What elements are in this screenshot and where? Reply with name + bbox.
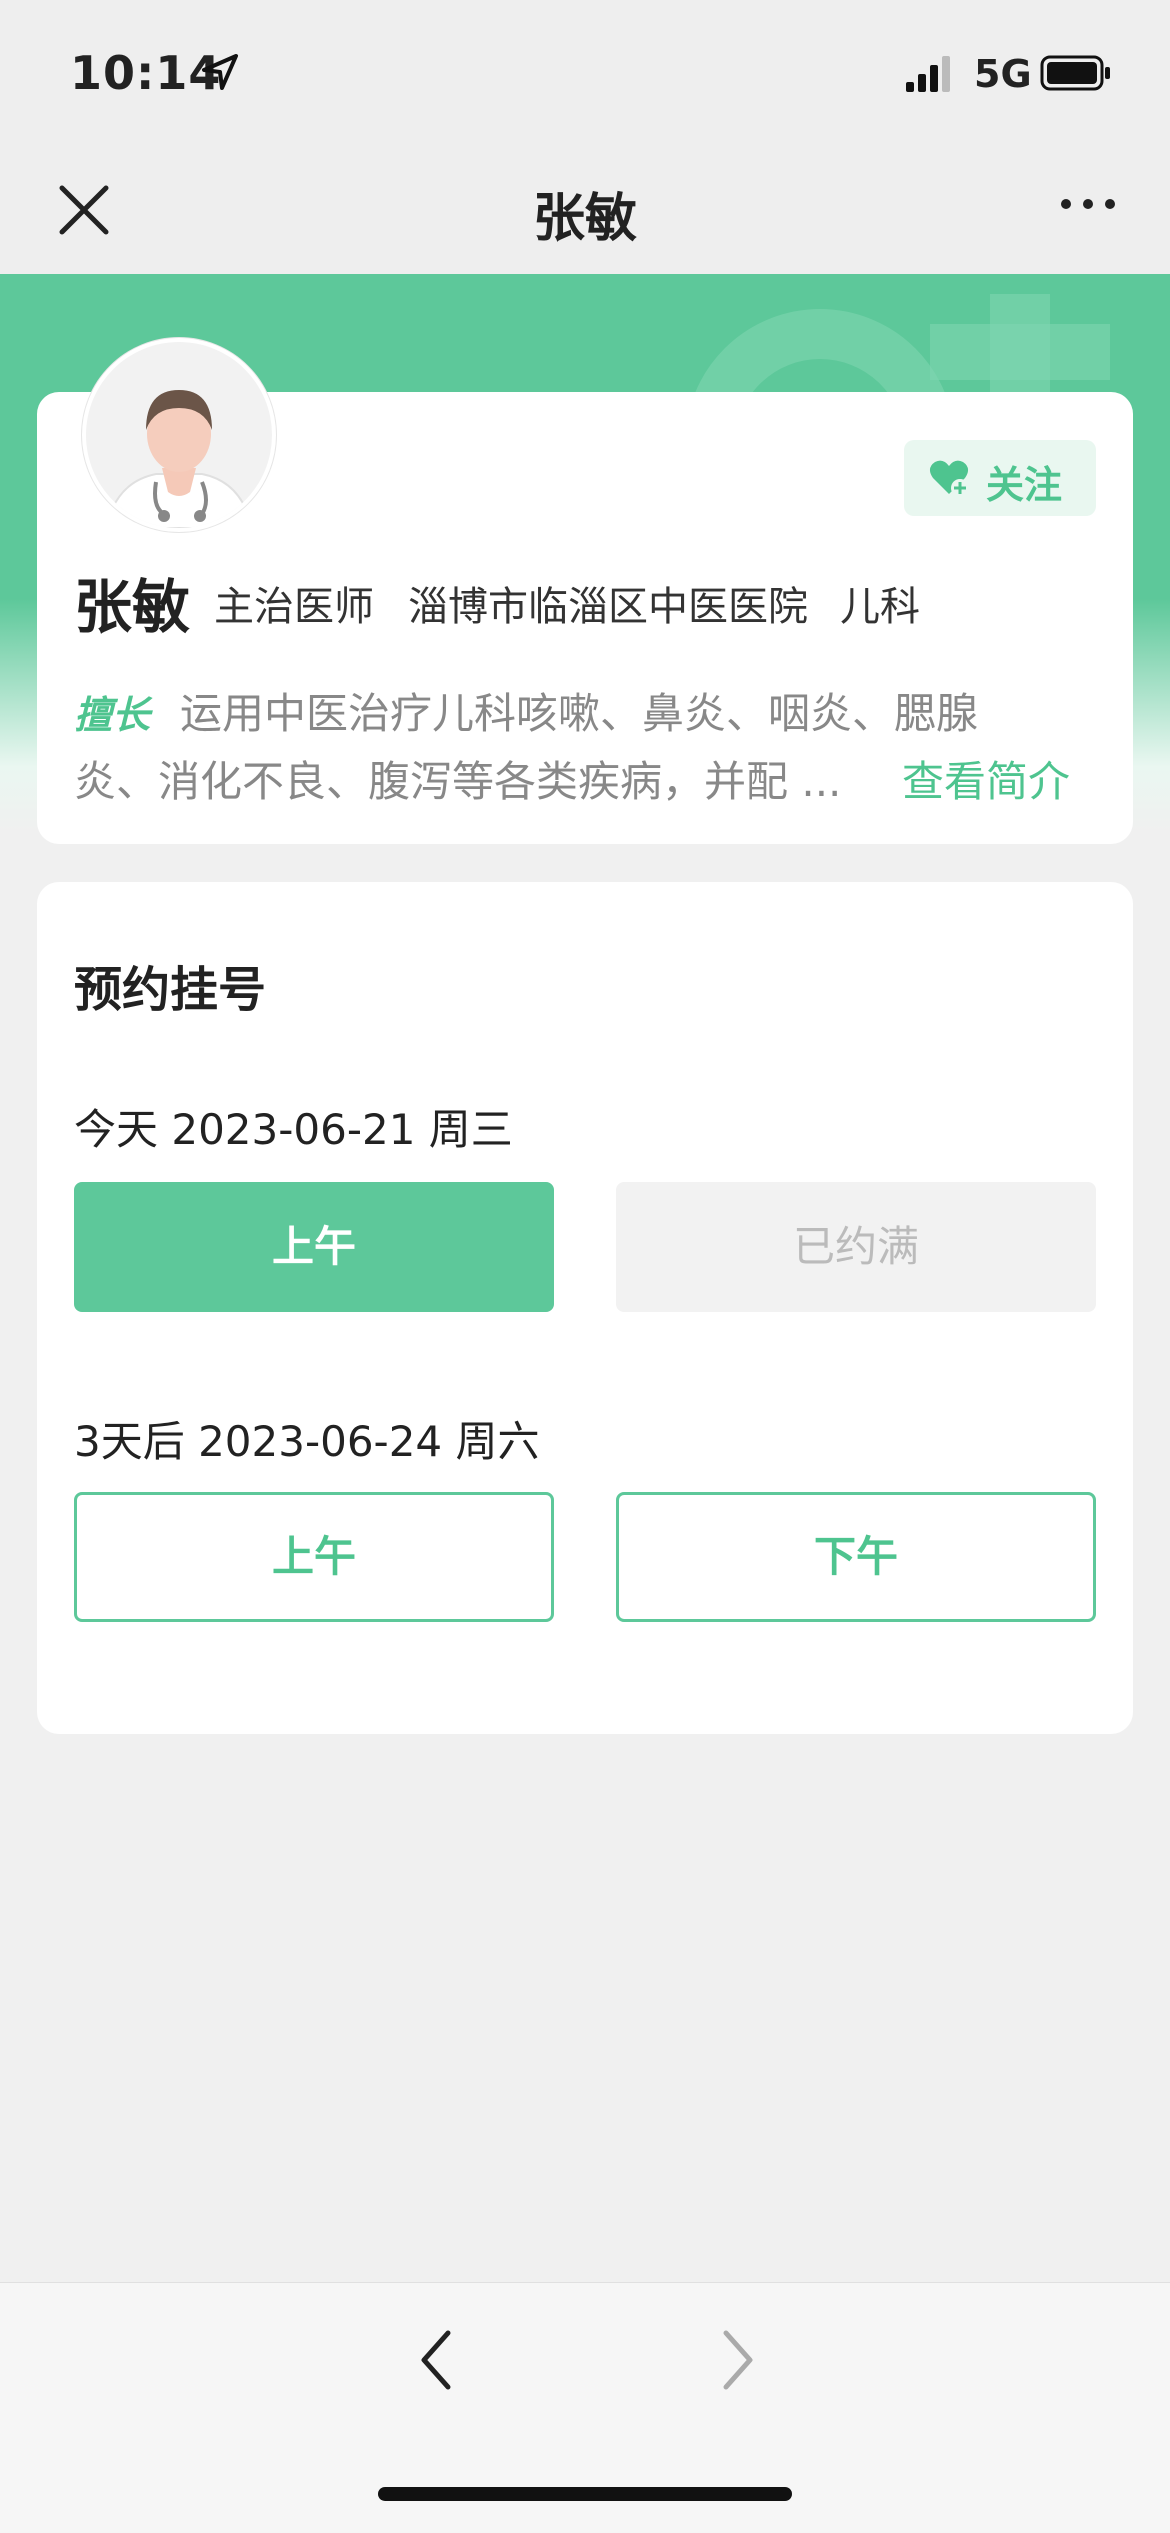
bottom-toolbar — [0, 2282, 1170, 2533]
signal-icon — [906, 56, 950, 92]
more-icon[interactable] — [1050, 184, 1130, 224]
slot-later-morning-button[interactable]: 上午 — [74, 1492, 554, 1622]
doctor-department: 儿科 — [840, 584, 920, 630]
home-indicator — [378, 2487, 792, 2501]
doctor-name: 张敏 — [74, 573, 191, 641]
forward-arrow-icon — [723, 2330, 753, 2390]
expertise-tag: 擅长 — [74, 693, 151, 737]
doctor-title: 主治医师 — [214, 584, 374, 630]
location-arrow-icon — [202, 54, 238, 90]
network-type: 5G — [974, 52, 1032, 96]
follow-label: 关注 — [986, 463, 1063, 507]
slot-later-afternoon-button[interactable]: 下午 — [616, 1492, 1096, 1622]
status-bar: 10:14 5G — [0, 0, 1170, 140]
expertise-text-line1: 运用中医治疗儿科咳嗽、鼻炎、咽炎、腮腺 — [180, 689, 979, 738]
back-arrow-icon[interactable] — [412, 2325, 462, 2395]
slot-today-morning-button[interactable]: 上午 — [74, 1182, 554, 1312]
booking-title: 预约挂号 — [74, 962, 267, 1018]
follow-button[interactable]: 关注 — [904, 440, 1096, 516]
heart-plus-icon — [929, 460, 969, 497]
page-title: 张敏 — [532, 189, 637, 249]
status-time: 10:14 — [70, 46, 222, 100]
doctor-avatar-icon — [86, 342, 272, 528]
doctor-hospital: 淄博市临淄区中医医院 — [408, 584, 808, 630]
battery-icon — [1040, 55, 1110, 91]
view-intro-link[interactable]: 查看简介 — [902, 748, 1070, 809]
slot-today-full-button: 已约满 — [616, 1182, 1096, 1312]
date-label-today: 今天 2023-06-21 周三 — [74, 1105, 513, 1154]
expertise-text-line2: 炎、消化不良、腹泻等各类疾病，并配 ... — [74, 757, 842, 806]
avatar — [82, 338, 276, 532]
date-label-later: 3天后 2023-06-24 周六 — [74, 1417, 540, 1466]
nav-bar: 张敏 — [0, 140, 1170, 274]
